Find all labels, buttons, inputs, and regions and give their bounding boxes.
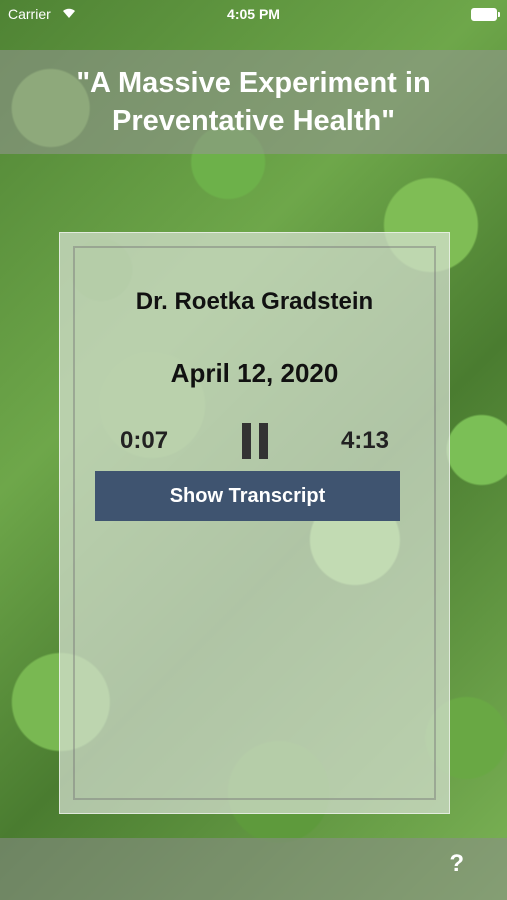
help-button[interactable]: ? bbox=[449, 850, 464, 878]
battery-icon bbox=[471, 8, 500, 21]
bottom-toolbar: ? bbox=[0, 838, 507, 900]
player-card-frame bbox=[73, 246, 436, 800]
speaker-name: Dr. Roetka Gradstein bbox=[135, 288, 374, 315]
title-banner: "A Massive Experiment in Preventative He… bbox=[0, 50, 507, 154]
elapsed-time: 0:07 bbox=[120, 427, 169, 454]
show-transcript-button[interactable]: Show Transcript bbox=[95, 471, 400, 521]
status-bar: Carrier 4:05 PM bbox=[0, 0, 507, 28]
total-duration: 4:13 bbox=[340, 427, 389, 454]
pause-icon bbox=[259, 423, 268, 459]
pause-button[interactable] bbox=[242, 423, 268, 459]
pause-icon bbox=[242, 423, 251, 459]
page-title: "A Massive Experiment in Preventative He… bbox=[76, 67, 431, 137]
player-card: Dr. Roetka Gradstein April 12, 2020 0:07… bbox=[59, 232, 450, 814]
status-time: 4:05 PM bbox=[227, 6, 280, 22]
recording-date: April 12, 2020 bbox=[170, 358, 339, 388]
